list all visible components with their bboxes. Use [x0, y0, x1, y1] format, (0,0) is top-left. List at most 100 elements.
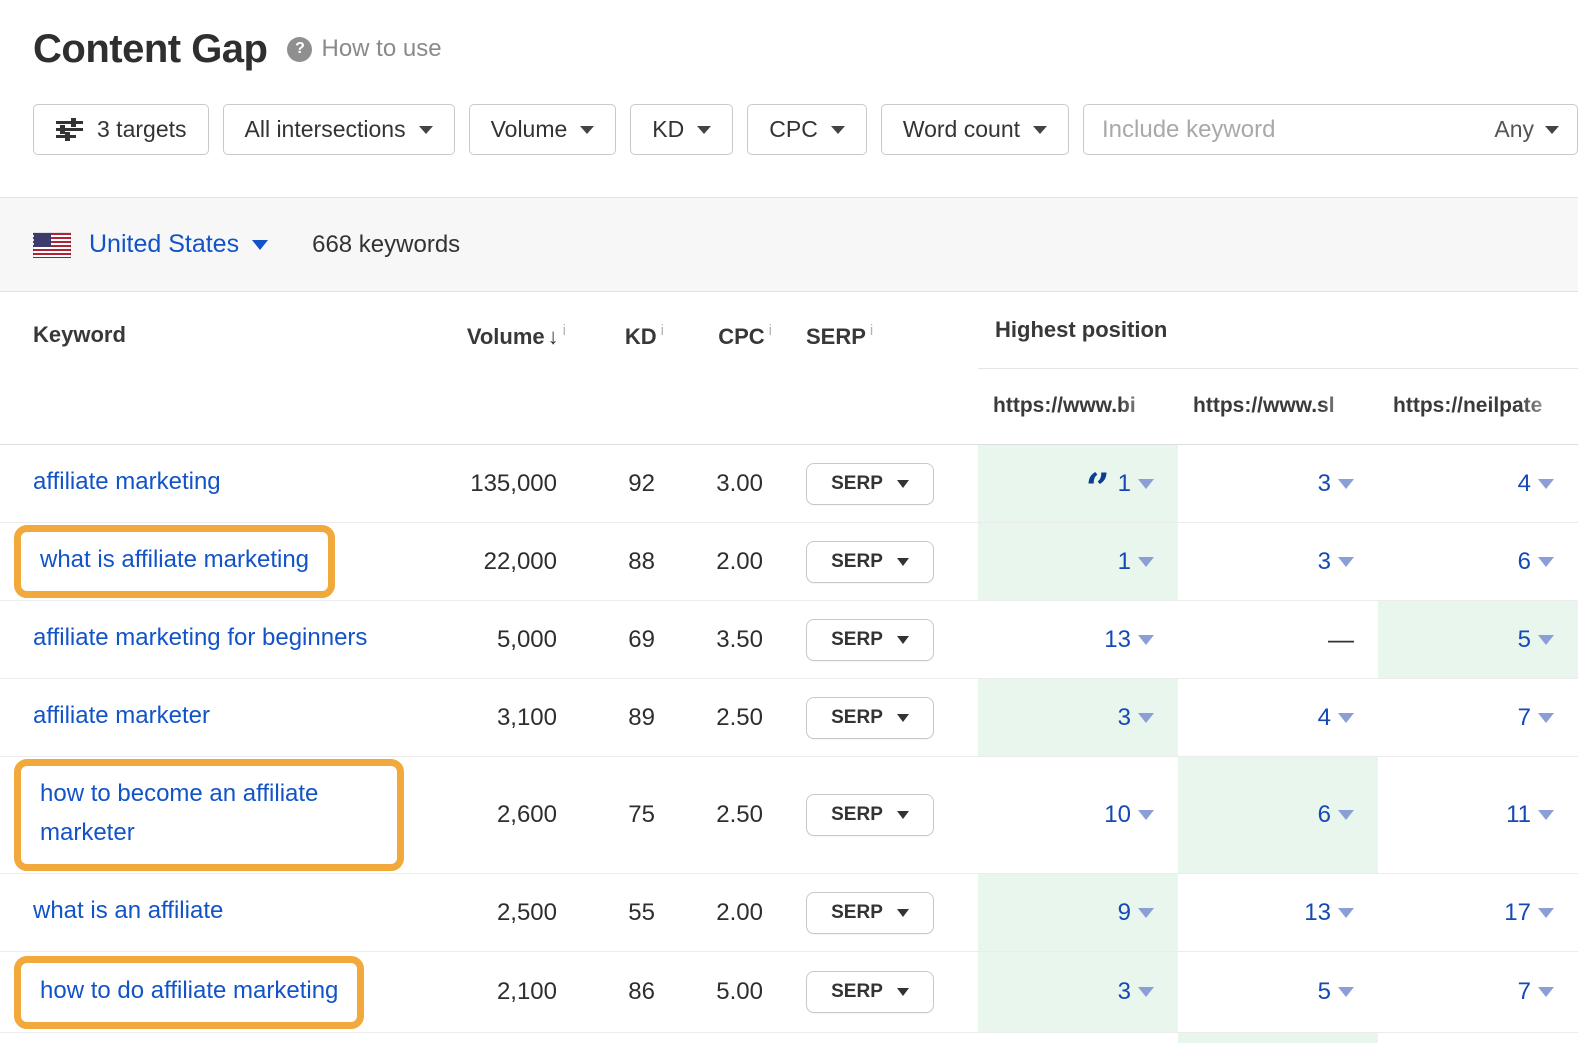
- keyword-link[interactable]: how to become an affiliate marketer: [40, 780, 318, 846]
- chevron-down-icon[interactable]: [1338, 557, 1354, 567]
- position-value[interactable]: 1: [1118, 470, 1131, 498]
- position-value[interactable]: 3: [1118, 978, 1131, 1006]
- sliders-icon: [55, 117, 84, 142]
- position-value[interactable]: 9: [1118, 899, 1131, 927]
- chevron-down-icon[interactable]: [1338, 908, 1354, 918]
- us-flag-icon: [33, 232, 71, 258]
- chevron-down-icon[interactable]: [1138, 908, 1154, 918]
- chevron-down-icon[interactable]: [1138, 557, 1154, 567]
- serp-button[interactable]: SERP: [806, 619, 934, 661]
- chevron-down-icon[interactable]: [1338, 713, 1354, 723]
- chevron-down-icon[interactable]: [1338, 810, 1354, 820]
- kd-filter-dropdown[interactable]: KD: [630, 104, 733, 155]
- chevron-down-icon[interactable]: [1138, 635, 1154, 645]
- position-value[interactable]: 4: [1318, 704, 1331, 732]
- position-value[interactable]: 10: [1104, 801, 1131, 829]
- word-count-filter-dropdown[interactable]: Word count: [881, 104, 1069, 155]
- table-row: what is an affiliate 2,500 55 2.00 SERP …: [0, 874, 1578, 952]
- intersections-dropdown[interactable]: All intersections: [223, 104, 455, 155]
- position-value[interactable]: 6: [1318, 801, 1331, 829]
- keyword-cell: affiliate marketer: [0, 679, 420, 756]
- volume-filter-dropdown[interactable]: Volume: [469, 104, 617, 155]
- include-keyword-input[interactable]: Include keyword Any: [1083, 104, 1578, 155]
- position-cell: 5: [1178, 952, 1378, 1032]
- keyword-cell: what is an affiliate: [0, 874, 420, 951]
- serp-button-label: SERP: [831, 473, 883, 495]
- chevron-down-icon: [580, 126, 594, 134]
- position-cell: ‘’1: [978, 445, 1178, 522]
- position-value[interactable]: 7: [1518, 704, 1531, 732]
- serp-button[interactable]: SERP: [806, 971, 934, 1013]
- serp-button-label: SERP: [831, 551, 883, 573]
- position-cell: 5: [1378, 601, 1578, 678]
- chevron-down-icon[interactable]: [1338, 479, 1354, 489]
- target-url-1: https://www.bi: [978, 369, 1178, 445]
- serp-button[interactable]: SERP: [806, 892, 934, 934]
- chevron-down-icon: [897, 811, 909, 819]
- serp-button[interactable]: SERP: [806, 794, 934, 836]
- kd-value: 55: [570, 899, 668, 927]
- info-icon[interactable]: i: [769, 322, 772, 339]
- chevron-down-icon[interactable]: [1538, 479, 1554, 489]
- keyword-link[interactable]: what is an affiliate: [33, 897, 223, 924]
- position-value[interactable]: 1: [1118, 548, 1131, 576]
- chevron-down-icon[interactable]: [1538, 713, 1554, 723]
- serp-button-label: SERP: [831, 629, 883, 651]
- position-value[interactable]: 3: [1318, 470, 1331, 498]
- targets-button[interactable]: 3 targets: [33, 104, 209, 155]
- position-value[interactable]: 4: [1518, 470, 1531, 498]
- chevron-down-icon[interactable]: [1538, 987, 1554, 997]
- position-value[interactable]: 3: [1318, 548, 1331, 576]
- serp-button[interactable]: SERP: [806, 541, 934, 583]
- include-keyword-mode-select[interactable]: Any: [1494, 116, 1559, 143]
- position-value[interactable]: 13: [1304, 899, 1331, 927]
- keyword-link[interactable]: affiliate marketer: [33, 702, 210, 729]
- position-value[interactable]: 7: [1518, 978, 1531, 1006]
- chevron-down-icon[interactable]: [1338, 987, 1354, 997]
- cpc-value: 2.50: [668, 801, 776, 829]
- position-value[interactable]: 5: [1518, 626, 1531, 654]
- position-value[interactable]: 17: [1504, 899, 1531, 927]
- keyword-link[interactable]: how to do affiliate marketing: [40, 977, 338, 1004]
- column-header-volume[interactable]: Volume↓i: [420, 322, 570, 350]
- info-icon[interactable]: i: [870, 322, 873, 339]
- country-selector[interactable]: United States: [89, 230, 268, 259]
- keyword-link[interactable]: affiliate marketing for beginners: [33, 624, 367, 651]
- chevron-down-icon: [1033, 126, 1047, 134]
- serp-button-label: SERP: [831, 981, 883, 1003]
- info-icon[interactable]: i: [661, 322, 664, 339]
- chevron-down-icon[interactable]: [1138, 987, 1154, 997]
- volume-value: 3,100: [420, 704, 570, 732]
- chevron-down-icon[interactable]: [1138, 810, 1154, 820]
- position-cell: 4: [1378, 445, 1578, 522]
- position-value[interactable]: 6: [1518, 548, 1531, 576]
- position-value[interactable]: 13: [1104, 626, 1131, 654]
- position-value[interactable]: 3: [1118, 704, 1131, 732]
- column-header-kd[interactable]: KDi: [570, 322, 668, 350]
- keyword-link[interactable]: affiliate marketing: [33, 468, 221, 495]
- chevron-down-icon[interactable]: [1138, 479, 1154, 489]
- serp-cell: SERP: [776, 541, 978, 583]
- keyword-link[interactable]: what is affiliate marketing: [40, 546, 309, 573]
- chevron-down-icon[interactable]: [1538, 908, 1554, 918]
- serp-button-label: SERP: [831, 804, 883, 826]
- position-cell: 3: [978, 679, 1178, 756]
- position-cell: 3: [1178, 523, 1378, 600]
- chevron-down-icon[interactable]: [1538, 810, 1554, 820]
- position-cell: 6: [1378, 523, 1578, 600]
- info-icon[interactable]: i: [563, 322, 566, 339]
- serp-cell: SERP: [776, 971, 978, 1013]
- chevron-down-icon: [697, 126, 711, 134]
- serp-button[interactable]: SERP: [806, 463, 934, 505]
- how-to-use-link[interactable]: ? How to use: [287, 35, 441, 63]
- position-value[interactable]: 11: [1506, 801, 1531, 829]
- table-row: what is affiliate marketing 22,000 88 2.…: [0, 523, 1578, 601]
- chevron-down-icon[interactable]: [1138, 713, 1154, 723]
- chevron-down-icon[interactable]: [1538, 635, 1554, 645]
- column-header-cpc[interactable]: CPCi: [668, 322, 776, 350]
- chevron-down-icon: [897, 558, 909, 566]
- chevron-down-icon[interactable]: [1538, 557, 1554, 567]
- serp-button[interactable]: SERP: [806, 697, 934, 739]
- cpc-filter-dropdown[interactable]: CPC: [747, 104, 867, 155]
- position-value[interactable]: 5: [1318, 978, 1331, 1006]
